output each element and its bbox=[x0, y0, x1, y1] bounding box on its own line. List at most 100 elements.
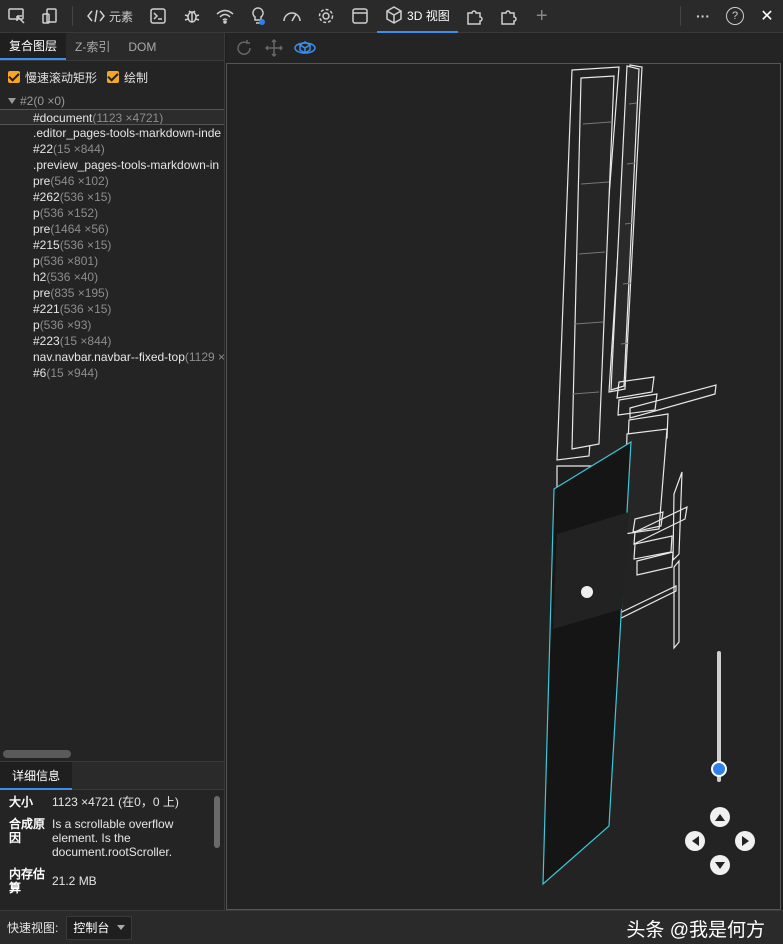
tree-item-name: #223 bbox=[33, 334, 60, 348]
arrow-left-icon bbox=[691, 836, 699, 846]
tree-item-size: (1123 ×4721) bbox=[92, 111, 164, 125]
layers-3d-scene[interactable] bbox=[227, 64, 781, 910]
tree-item-size: (15 ×944) bbox=[46, 366, 99, 380]
tree-item[interactable]: #223(15 ×844) bbox=[0, 333, 224, 349]
pan-left-button[interactable] bbox=[685, 831, 705, 851]
tree-item-name: #22 bbox=[33, 142, 54, 156]
tree-item[interactable]: p(536 ×152) bbox=[0, 205, 224, 221]
paints-label: 绘制 bbox=[124, 70, 149, 85]
tree-item[interactable]: pre(1464 ×56) bbox=[0, 221, 224, 237]
tab-memory[interactable] bbox=[309, 0, 343, 33]
pan-down-button[interactable] bbox=[710, 855, 730, 875]
rotate-3d-icon bbox=[294, 41, 316, 54]
tree-item[interactable]: p(536 ×801) bbox=[0, 253, 224, 269]
tree-item-name: nav.navbar.navbar--fixed-top bbox=[33, 350, 185, 364]
tree-item-name: p bbox=[33, 206, 40, 220]
tree-item[interactable]: #221(536 ×15) bbox=[0, 301, 224, 317]
inspect-icon bbox=[8, 8, 25, 24]
watermark: 头条 @我是何方 bbox=[626, 920, 765, 941]
tab-performance[interactable] bbox=[275, 0, 309, 33]
tree-item[interactable]: #document(1123 ×4721) bbox=[0, 109, 224, 125]
code-icon bbox=[87, 9, 105, 23]
layer-tree: #2(0 ×0) #document(1123 ×4721) .editor_p… bbox=[0, 93, 224, 381]
tree-item[interactable]: .editor_pages-tools-markdown-inde bbox=[0, 125, 224, 141]
details-row: 内存估算 21.2 MB bbox=[0, 861, 210, 897]
console-icon bbox=[150, 8, 166, 24]
slow-scroll-rects-checkbox[interactable]: 慢速滚动矩形 bbox=[8, 69, 97, 86]
tree-item[interactable]: #6(15 ×944) bbox=[0, 365, 224, 381]
layer-quad bbox=[633, 535, 673, 560]
tree-root-node[interactable]: #2(0 ×0) bbox=[0, 93, 224, 109]
pan-mode-button[interactable] bbox=[264, 38, 284, 58]
arrow-right-icon bbox=[741, 836, 749, 846]
tree-item[interactable]: .preview_pages-tools-markdown-in bbox=[0, 157, 224, 173]
details-row: 大小 1123 ×4721 (在0，0 上) bbox=[0, 793, 210, 811]
tab-console[interactable] bbox=[141, 0, 175, 33]
cube-icon bbox=[386, 6, 402, 24]
device-emulation-button[interactable] bbox=[34, 0, 66, 33]
tab-sources[interactable] bbox=[175, 0, 209, 33]
reset-view-button[interactable] bbox=[234, 38, 254, 58]
details-vertical-scrollbar[interactable] bbox=[214, 796, 220, 848]
tree-item[interactable]: #22(15 ×844) bbox=[0, 141, 224, 157]
tree-item[interactable]: h2(536 ×40) bbox=[0, 269, 224, 285]
tree-item-size: (546 ×102) bbox=[50, 174, 109, 188]
details-key: 合成原因 bbox=[9, 817, 46, 845]
tree-item[interactable]: nav.navbar.navbar--fixed-top(1129 × bbox=[0, 349, 224, 365]
close-devtools-button[interactable]: ✕ bbox=[751, 0, 783, 33]
tab-performance-insights[interactable] bbox=[241, 0, 275, 33]
layer-quad bbox=[672, 471, 683, 562]
quick-view-bar: 快速视图: 控制台 头条 @我是何方 bbox=[0, 910, 783, 944]
horizontal-scrollbar[interactable] bbox=[3, 750, 71, 758]
tree-item-size: (536 ×15) bbox=[59, 302, 112, 316]
checkbox-checked-icon bbox=[107, 71, 120, 83]
tab-details[interactable]: 详细信息 bbox=[0, 762, 73, 790]
puzzle-icon bbox=[466, 10, 483, 25]
zoom-slider-thumb[interactable] bbox=[711, 760, 727, 777]
help-button[interactable]: ? bbox=[719, 0, 751, 33]
tab-elements-label: 元素 bbox=[109, 9, 134, 24]
toolbar-divider bbox=[72, 6, 73, 26]
quick-view-select[interactable]: 控制台 bbox=[66, 915, 133, 940]
tab-elements[interactable]: 元素 bbox=[79, 0, 141, 33]
tree-item-name: #6 bbox=[33, 366, 47, 380]
tree-item-name: .editor_pages-tools-markdown-inde bbox=[33, 126, 222, 140]
pan-up-button[interactable] bbox=[710, 807, 730, 827]
layers-panel: 复合图层 Z-索引 DOM 慢速滚动矩形 绘制 #2(0 ×0) #docume… bbox=[0, 33, 225, 910]
tree-item[interactable]: #262(536 ×15) bbox=[0, 189, 224, 205]
rotate-mode-button[interactable] bbox=[294, 38, 316, 58]
tree-item[interactable]: pre(546 ×102) bbox=[0, 173, 224, 189]
tree-item-name: h2 bbox=[33, 270, 47, 284]
tree-item-size: (1464 ×56) bbox=[50, 222, 109, 236]
extension-button-2[interactable] bbox=[492, 0, 526, 33]
quick-view-label: 快速视图: bbox=[7, 921, 59, 935]
tree-item-name: #215 bbox=[33, 238, 60, 252]
3d-viewport[interactable] bbox=[226, 63, 781, 910]
inspect-element-button[interactable] bbox=[0, 0, 34, 33]
subtab-dom[interactable]: DOM bbox=[119, 33, 165, 60]
tree-item-size: (536 ×801) bbox=[39, 254, 99, 268]
pan-right-button[interactable] bbox=[735, 831, 755, 851]
add-tool-button[interactable]: + bbox=[526, 0, 558, 33]
tree-item[interactable]: pre(835 ×195) bbox=[0, 285, 224, 301]
tab-network[interactable] bbox=[209, 0, 241, 33]
tree-item-size: (536 ×152) bbox=[39, 206, 99, 220]
tab-3d-view[interactable]: 3D 视图 bbox=[377, 0, 458, 33]
details-value: 1123 ×4721 (在0，0 上) bbox=[52, 795, 179, 809]
details-tab-bar: 详细信息 bbox=[0, 761, 224, 790]
subtab-composited-layers[interactable]: 复合图层 bbox=[0, 33, 67, 60]
tree-item[interactable]: p(536 ×93) bbox=[0, 317, 224, 333]
expand-triangle-icon[interactable] bbox=[8, 98, 16, 104]
close-icon: ✕ bbox=[760, 8, 774, 25]
paints-checkbox[interactable]: 绘制 bbox=[107, 69, 148, 86]
tab-application[interactable] bbox=[343, 0, 377, 33]
quick-view-value: 控制台 bbox=[73, 921, 110, 935]
more-tools-button[interactable]: ··· bbox=[687, 0, 719, 33]
extension-button-1[interactable] bbox=[458, 0, 492, 33]
arrow-down-icon bbox=[715, 861, 725, 869]
bug-icon bbox=[184, 10, 200, 23]
tree-item-name: pre bbox=[33, 222, 51, 236]
subtab-z-index[interactable]: Z-索引 bbox=[66, 33, 119, 60]
tree-item[interactable]: #215(536 ×15) bbox=[0, 237, 224, 253]
tree-item-size: (536 ×15) bbox=[59, 238, 112, 252]
